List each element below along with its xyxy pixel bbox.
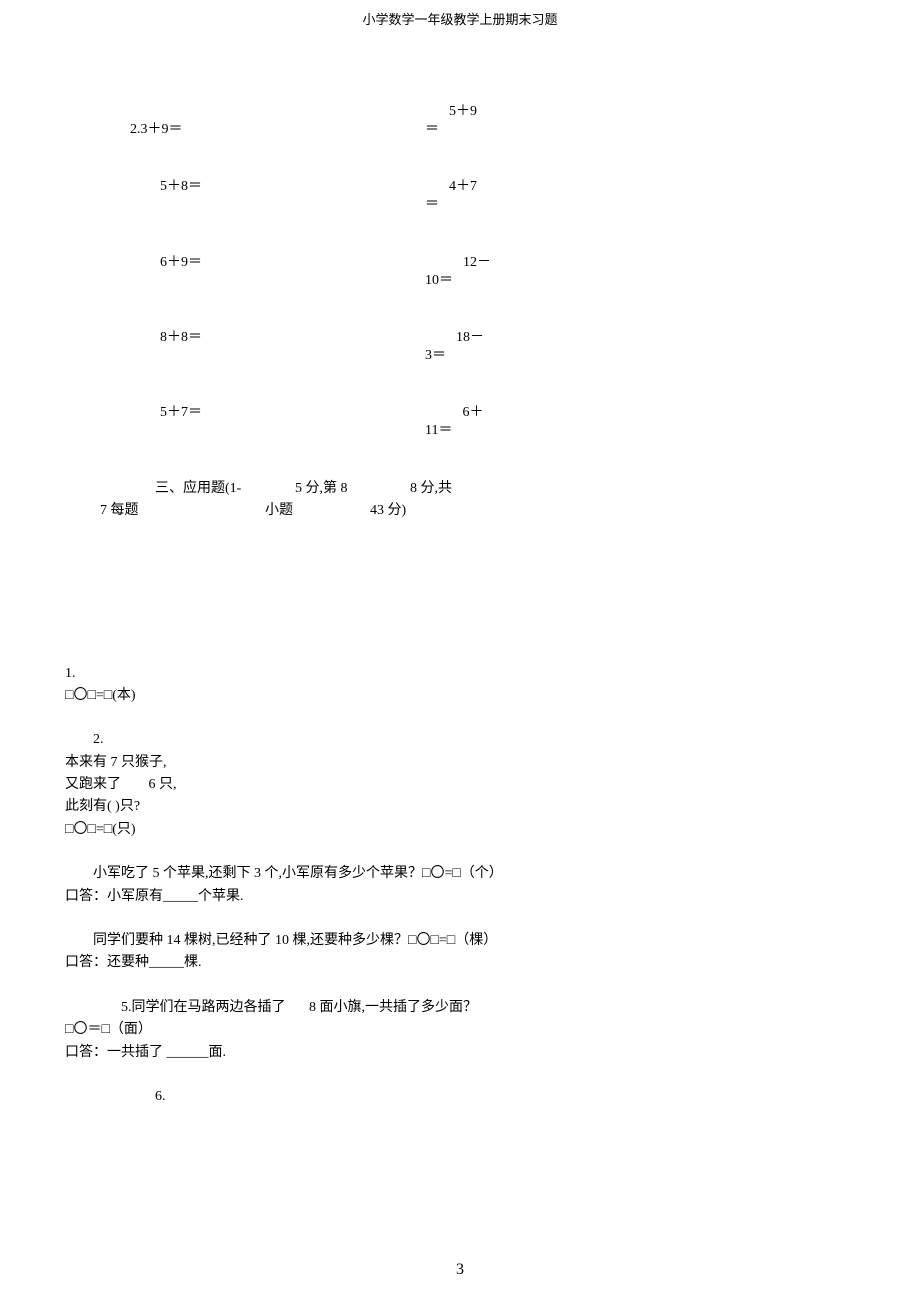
- row3-right-eq: 10＝: [425, 252, 453, 292]
- p2-line2: 又跑来了 6 只,: [65, 774, 855, 796]
- word-problems: 1. □〇□=□(本) 2. 本来有 7 只猴子, 又跑来了 6 只, 此刻有(…: [65, 663, 855, 1109]
- row1-left-expr: 3＋9＝: [141, 122, 183, 137]
- math-row-3: 6＋9＝ 10＝ 12－: [160, 252, 855, 292]
- math-cell-left: 5＋7＝: [160, 402, 425, 442]
- p2-num: 2.: [65, 729, 855, 751]
- row4-right-eq: 3＝: [425, 327, 446, 367]
- row2-right-eq: ＝: [425, 176, 439, 216]
- p3-line1: 小军吃了 5 个苹果,还剩下 3 个,小军原有多少个苹果？□〇=□（个）: [65, 863, 855, 885]
- p2-line1: 本来有 7 只猴子,: [65, 752, 855, 774]
- math-cell-left: 2.3＋9＝: [130, 101, 425, 141]
- section-title: 三、应用题(1- 5 分,第 8 8 分,共 7 每题 小题 43 分): [155, 478, 855, 523]
- problem-4: 同学们要种 14 棵树,已经种了 10 棵,还要种多少棵？□〇□=□（棵） 口答…: [65, 930, 855, 975]
- p4-line1: 同学们要种 14 棵树,已经种了 10 棵,还要种多少棵？□〇□=□（棵）: [65, 930, 855, 952]
- row4-left-expr: 8＋8＝: [160, 330, 202, 345]
- st-l2-p2: 小题: [265, 500, 370, 522]
- row4-right-expr: 18－: [456, 327, 484, 367]
- p2-line2-a: 又跑来了: [65, 774, 145, 796]
- st-l1-p3: 8 分,共: [410, 478, 452, 500]
- math-cell-left: 5＋8＝: [160, 176, 425, 216]
- problem-2: 2. 本来有 7 只猴子, 又跑来了 6 只, 此刻有( )只? □〇□=□(只…: [65, 729, 855, 841]
- row1-right-eq: ＝: [425, 101, 439, 141]
- row1-prefix: 2.: [130, 122, 141, 137]
- math-row-5: 5＋7＝ 11＝ 6＋: [160, 402, 855, 442]
- page-number: 3: [0, 1257, 920, 1283]
- p2-line3: 此刻有( )只?: [65, 796, 855, 818]
- p5-line1: 5.同学们在马路两边各插了 8 面小旗,一共插了多少面？: [65, 997, 855, 1019]
- p5-line2: □〇＝□（面）: [65, 1019, 855, 1041]
- page-content: 2.3＋9＝ ＝ 5＋9 5＋8＝ ＝ 4＋7 6＋9＝: [0, 31, 920, 1109]
- problem-6: 6.: [65, 1086, 855, 1108]
- row3-right-expr: 12－: [463, 252, 491, 292]
- math-row-4: 8＋8＝ 3＝ 18－: [160, 327, 855, 367]
- p1-num: 1.: [65, 663, 855, 685]
- row5-right-expr: 6＋: [462, 402, 483, 442]
- math-row-2: 5＋8＝ ＝ 4＋7: [160, 176, 855, 216]
- row2-left-expr: 5＋8＝: [160, 179, 202, 194]
- section-title-line1: 三、应用题(1- 5 分,第 8 8 分,共: [155, 478, 855, 500]
- math-cell-right: ＝ 4＋7: [425, 176, 625, 216]
- st-l2-p3: 43 分): [370, 500, 406, 522]
- p2-line4: □〇□=□(只): [65, 819, 855, 841]
- p6-num: 6.: [155, 1086, 855, 1108]
- row3-left-expr: 6＋9＝: [160, 255, 202, 270]
- problem-5: 5.同学们在马路两边各插了 8 面小旗,一共插了多少面？ □〇＝□（面） 口答：…: [65, 997, 855, 1064]
- row1-right-expr: 5＋9: [449, 101, 477, 141]
- row5-right-eq: 11＝: [425, 402, 452, 442]
- math-row-1: 2.3＋9＝ ＝ 5＋9: [160, 101, 855, 141]
- math-cell-right: ＝ 5＋9: [425, 101, 477, 141]
- section-title-line2: 7 每题 小题 43 分): [100, 500, 855, 522]
- st-l1-p2: 5 分,第 8: [295, 478, 410, 500]
- p3-line2: 口答：小军原有_____个苹果.: [65, 886, 855, 908]
- p5-line3: 口答：一共插了 ______面.: [65, 1042, 855, 1064]
- math-problems-block: 2.3＋9＝ ＝ 5＋9 5＋8＝ ＝ 4＋7 6＋9＝: [160, 101, 855, 443]
- problem-3: 小军吃了 5 个苹果,还剩下 3 个,小军原有多少个苹果？□〇=□（个） 口答：…: [65, 863, 855, 908]
- st-l2-p1: 7 每题: [100, 500, 265, 522]
- p2-line2-b: 6 只,: [149, 777, 177, 792]
- p5-line1-b: 8 面小旗,一共插了多少面？: [309, 1000, 477, 1015]
- p4-line2: 口答：还要种_____棵.: [65, 952, 855, 974]
- math-cell-left: 8＋8＝: [160, 327, 425, 367]
- row2-right-expr: 4＋7: [449, 176, 477, 216]
- st-l1-p1: 三、应用题(1-: [155, 478, 295, 500]
- header-title: 小学数学一年级教学上册期末习题: [362, 12, 557, 27]
- math-cell-right: 3＝ 18－: [425, 327, 625, 367]
- problem-1: 1. □〇□=□(本): [65, 663, 855, 708]
- math-cell-left: 6＋9＝: [160, 252, 425, 292]
- p5-line1-a: 5.同学们在马路两边各插了: [93, 997, 286, 1019]
- row5-left-expr: 5＋7＝: [160, 405, 202, 420]
- page-header: 小学数学一年级教学上册期末习题: [0, 0, 920, 31]
- p1-expr: □〇□=□(本): [65, 685, 855, 707]
- math-cell-right: 11＝ 6＋: [425, 402, 625, 442]
- page-container: 小学数学一年级教学上册期末习题 2.3＋9＝ ＝ 5＋9 5＋8＝ ＝ 4＋7: [0, 0, 920, 1303]
- math-cell-right: 10＝ 12－: [425, 252, 625, 292]
